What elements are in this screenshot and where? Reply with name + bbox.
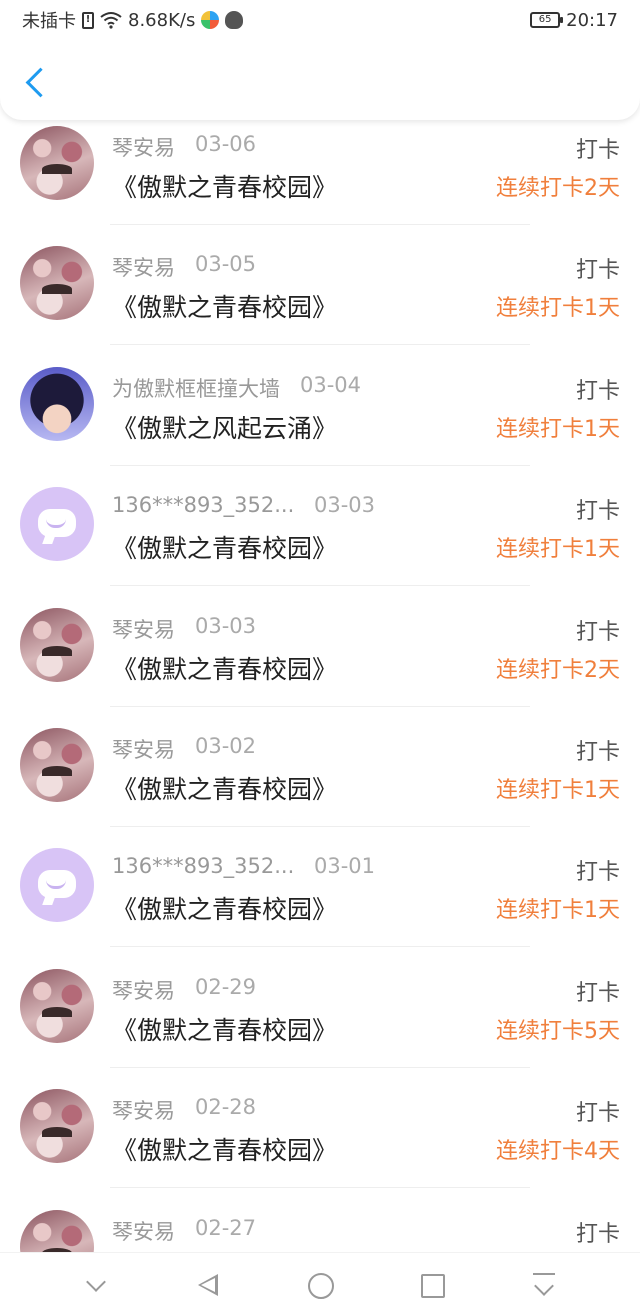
row-divider <box>110 946 530 948</box>
nav-back-icon[interactable] <box>188 1265 228 1305</box>
user-name[interactable]: 为傲默框框撞大墙 <box>112 373 280 403</box>
user-name[interactable]: 琴安易 <box>112 132 175 162</box>
avatar[interactable] <box>20 126 94 200</box>
user-name[interactable]: 琴安易 <box>112 975 175 1005</box>
row-divider <box>110 344 530 346</box>
user-name[interactable]: 琴安易 <box>112 614 175 644</box>
book-title[interactable]: 《傲默之青春校园》 <box>112 529 337 565</box>
book-title[interactable]: 《傲默之青春校园》 <box>112 890 337 926</box>
header <box>0 40 640 120</box>
checkin-date: 02-28 <box>195 1095 257 1120</box>
chat-bubble-icon <box>38 509 76 538</box>
row-divider <box>110 1066 530 1068</box>
checkin-label: 打卡 <box>575 138 620 163</box>
checkin-date: 03-02 <box>195 734 257 758</box>
user-name[interactable]: 琴安易 <box>112 1216 175 1246</box>
nav-recent-icon[interactable] <box>412 1265 452 1305</box>
wifi-icon <box>100 12 122 29</box>
checkin-label: 打卡 <box>575 1101 620 1127</box>
book-title[interactable]: 《傲默之风起云涌》 <box>112 409 337 445</box>
book-title[interactable]: 《傲默之青春校园》 <box>112 1011 337 1047</box>
book-title[interactable]: 《傲默之青春校园》 <box>112 1131 337 1167</box>
list-item[interactable]: 琴安易 03-02 《傲默之青春校园》 打卡连续打卡1天 <box>0 722 640 842</box>
checkin-label: 打卡 <box>575 980 620 1006</box>
list-item[interactable]: 琴安易 03-03 《傲默之青春校园》 打卡连续打卡2天 <box>0 602 640 722</box>
streak-badge: 连续打卡1天 <box>496 898 620 924</box>
checkin-date: 03-04 <box>300 372 362 397</box>
notification-pull-icon[interactable] <box>524 1265 564 1305</box>
checkin-date: 03-03 <box>195 613 257 638</box>
user-name[interactable]: 琴安易 <box>112 734 175 764</box>
book-title[interactable]: 《傲默之青春校园》 <box>112 650 337 686</box>
checkin-label: 打卡 <box>575 378 620 404</box>
list-item[interactable]: 琴安易 03-06 《傲默之青春校园》 打卡连续打卡2天 <box>0 120 640 240</box>
list-item[interactable]: 为傲默框框撞大墙 03-04 《傲默之风起云涌》 打卡连续打卡1天 <box>0 361 640 481</box>
streak-badge: 连续打卡2天 <box>496 657 620 683</box>
book-title[interactable]: 《傲默之青春校园》 <box>112 770 337 806</box>
avatar[interactable] <box>20 728 94 802</box>
list-item[interactable]: 琴安易 02-28 《傲默之青春校园》 打卡连续打卡4天 <box>0 1083 640 1203</box>
book-title[interactable]: 《傲默之青春校园》 <box>112 168 337 204</box>
chat-bubble-icon <box>38 870 76 899</box>
status-right: 65 20:17 <box>530 10 618 31</box>
clock: 20:17 <box>566 9 618 31</box>
streak-badge: 连续打卡1天 <box>496 778 620 803</box>
avatar[interactable] <box>20 246 94 321</box>
checkin-label: 打卡 <box>575 740 620 765</box>
checkin-date: 02-27 <box>195 1215 257 1240</box>
streak-badge: 连续打卡5天 <box>496 1018 620 1044</box>
status-left: 未插卡 ! 8.68K/s <box>22 7 244 33</box>
checkin-date: 03-05 <box>195 252 257 277</box>
avatar[interactable] <box>20 968 94 1043</box>
checkin-date: 03-01 <box>314 854 376 879</box>
checkin-date: 03-06 <box>195 132 257 156</box>
chevron-down-icon[interactable] <box>76 1265 116 1305</box>
carrier-label: 未插卡 <box>22 11 76 32</box>
row-divider <box>110 705 530 707</box>
app-notification-icon <box>201 11 220 29</box>
row-divider <box>110 826 530 827</box>
checkin-list[interactable]: 琴安易 03-06 《傲默之青春校园》 打卡 连续打卡2天 琴安易 03-05 《傲默之青春校… <box>0 120 640 1252</box>
avatar[interactable] <box>20 1089 94 1164</box>
checkin-label: 打卡 <box>575 1221 620 1247</box>
list-item[interactable]: 琴安易 02-27 打卡 <box>0 1204 640 1252</box>
user-name[interactable]: 琴安易 <box>112 1095 175 1125</box>
qq-notification-icon <box>225 11 244 29</box>
avatar[interactable] <box>20 487 94 562</box>
streak-badge: 连续打卡1天 <box>496 537 620 563</box>
battery-icon: 65 <box>530 12 564 28</box>
avatar[interactable] <box>20 848 94 923</box>
nav-home-icon[interactable] <box>300 1265 340 1305</box>
checkin-label: 打卡 <box>575 860 620 886</box>
streak-badge: 连续打卡1天 <box>496 416 620 442</box>
avatar[interactable] <box>20 607 94 682</box>
net-speed: 8.68K/s <box>128 9 196 31</box>
streak-badge: 连续打卡4天 <box>496 1139 620 1165</box>
row-divider <box>110 224 530 225</box>
row-divider <box>110 585 530 587</box>
user-name[interactable]: 136***893_352... <box>112 493 294 517</box>
checkin-label: 打卡 <box>575 499 620 525</box>
user-name[interactable]: 琴安易 <box>112 252 175 282</box>
row-divider <box>110 464 530 466</box>
checkin-label: 打卡 <box>575 619 620 645</box>
system-nav-bar <box>0 1252 640 1316</box>
sim-alert-icon: ! <box>82 11 94 29</box>
status-bar: 未插卡 ! 8.68K/s 65 20:17 <box>0 0 640 40</box>
checkin-label: 打卡 <box>575 258 620 284</box>
back-button[interactable] <box>22 66 46 102</box>
list-item[interactable]: 琴安易 02-29 《傲默之青春校园》 打卡连续打卡5天 <box>0 963 640 1083</box>
row-divider <box>110 1187 530 1189</box>
avatar[interactable] <box>20 366 94 441</box>
checkin-date: 03-03 <box>314 493 376 518</box>
list-item[interactable]: 136***893_352... 03-01 《傲默之青春校园》 打卡连续打卡1天 <box>0 842 640 962</box>
checkin-date: 02-29 <box>195 974 257 999</box>
book-title[interactable]: 《傲默之青春校园》 <box>112 288 337 324</box>
user-name[interactable]: 136***893_352... <box>112 854 294 878</box>
list-item[interactable]: 琴安易 03-05 《傲默之青春校园》 打卡连续打卡1天 <box>0 240 640 360</box>
streak-badge: 连续打卡2天 <box>496 176 620 201</box>
list-item[interactable]: 136***893_352... 03-03 《傲默之青春校园》 打卡连续打卡1天 <box>0 481 640 601</box>
avatar[interactable] <box>20 1209 94 1252</box>
streak-badge: 连续打卡1天 <box>496 296 620 322</box>
